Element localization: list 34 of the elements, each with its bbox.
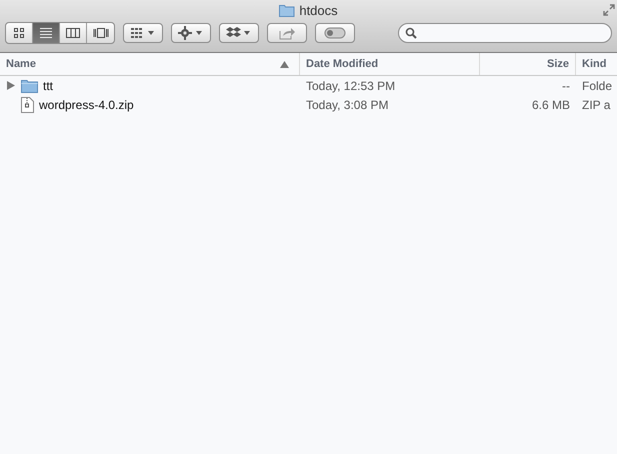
grid-dropdown-icon <box>130 27 156 39</box>
file-kind: Folde <box>582 78 612 92</box>
file-name[interactable]: wordpress-4.0.zip <box>39 98 134 112</box>
columns-icon <box>65 27 81 39</box>
list-icon <box>38 27 54 39</box>
share-icon <box>278 26 296 40</box>
column-header[interactable]: Name <box>6 58 36 70</box>
coverflow-icon <box>92 27 108 39</box>
grid-icon <box>11 27 27 39</box>
action-button[interactable] <box>171 23 211 43</box>
arrange-button[interactable] <box>123 23 163 43</box>
folder-icon <box>279 4 296 16</box>
toggle-icon <box>324 27 346 39</box>
file-kind: ZIP a <box>582 98 610 112</box>
search-icon <box>405 27 417 39</box>
file-name[interactable]: ttt <box>43 78 54 92</box>
window-title: htdocs <box>299 2 338 18</box>
search-field[interactable] <box>398 23 612 43</box>
column-header[interactable]: Date Modified <box>306 58 378 70</box>
view-mode-control[interactable] <box>5 22 115 44</box>
list-view-button[interactable] <box>33 23 60 43</box>
tags-button[interactable] <box>315 23 355 43</box>
file-size: -- <box>562 78 570 92</box>
dropbox-button[interactable] <box>219 23 259 43</box>
zip-file-icon <box>21 96 34 112</box>
file-size: 6.6 MB <box>532 98 570 112</box>
disclosure-triangle-icon[interactable] <box>7 81 15 90</box>
folder-icon <box>21 78 38 92</box>
column-header[interactable]: Size <box>546 58 569 70</box>
dropbox-dropdown-icon <box>226 26 252 40</box>
column-header[interactable]: Kind <box>582 58 606 70</box>
date-modified: Today, 12:53 PM <box>306 78 396 92</box>
date-modified: Today, 3:08 PM <box>306 98 388 112</box>
share-button[interactable] <box>267 23 307 43</box>
